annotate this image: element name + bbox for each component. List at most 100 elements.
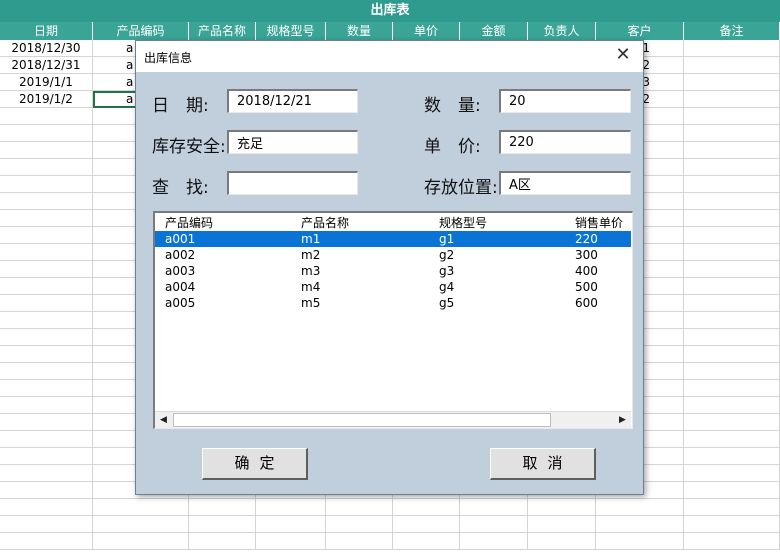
column-header-quantity[interactable]: 数量 — [326, 22, 393, 40]
sheet-cell[interactable] — [0, 261, 93, 278]
sheet-cell[interactable] — [460, 499, 528, 516]
sheet-cell[interactable] — [684, 227, 780, 244]
sheet-cell[interactable] — [93, 516, 189, 533]
scrollbar-thumb[interactable] — [173, 413, 551, 427]
sheet-cell[interactable] — [0, 142, 93, 159]
sheet-cell[interactable] — [189, 516, 256, 533]
sheet-cell[interactable] — [528, 499, 596, 516]
date-field[interactable] — [227, 89, 358, 113]
sheet-cell[interactable] — [684, 91, 780, 108]
sheet-cell[interactable] — [684, 74, 780, 91]
sheet-cell[interactable] — [393, 533, 460, 550]
sheet-cell[interactable] — [0, 159, 93, 176]
location-field[interactable] — [499, 171, 631, 195]
sheet-cell[interactable] — [684, 57, 780, 74]
sheet-cell[interactable] — [684, 210, 780, 227]
sheet-cell[interactable] — [684, 431, 780, 448]
unit-price-field[interactable] — [499, 130, 631, 154]
column-header-date[interactable]: 日期 — [0, 22, 93, 40]
sheet-cell[interactable] — [0, 329, 93, 346]
stock-safety-field[interactable] — [227, 130, 358, 154]
sheet-cell[interactable] — [684, 397, 780, 414]
listbox-horizontal-scrollbar[interactable]: ◀ ▶ — [155, 411, 631, 428]
sheet-cell[interactable] — [0, 482, 93, 499]
sheet-cell[interactable] — [0, 380, 93, 397]
sheet-cell[interactable] — [684, 533, 780, 550]
sheet-cell[interactable] — [0, 244, 93, 261]
sheet-cell[interactable] — [0, 193, 93, 210]
sheet-cell[interactable] — [0, 125, 93, 142]
sheet-cell[interactable]: 2018/12/31 — [0, 57, 93, 74]
list-item[interactable]: a005 m5 g5 600 — [155, 295, 631, 311]
column-header-owner[interactable]: 负责人 — [528, 22, 596, 40]
sheet-cell[interactable] — [684, 465, 780, 482]
sheet-cell[interactable] — [684, 312, 780, 329]
sheet-cell[interactable] — [684, 329, 780, 346]
sheet-cell[interactable] — [256, 516, 326, 533]
sheet-cell[interactable] — [684, 125, 780, 142]
sheet-cell[interactable] — [0, 227, 93, 244]
sheet-cell[interactable] — [0, 397, 93, 414]
sheet-cell[interactable] — [256, 533, 326, 550]
sheet-cell[interactable] — [256, 499, 326, 516]
column-header-spec[interactable]: 规格型号 — [256, 22, 326, 40]
sheet-cell[interactable] — [684, 244, 780, 261]
sheet-cell[interactable] — [684, 142, 780, 159]
sheet-cell[interactable] — [0, 363, 93, 380]
sheet-cell[interactable] — [684, 193, 780, 210]
sheet-cell[interactable] — [684, 176, 780, 193]
product-listbox[interactable]: 产品编码 产品名称 规格型号 销售单价 a001 m1 g1 220 a002 m2 g2 3… — [153, 211, 633, 429]
sheet-cell[interactable] — [460, 516, 528, 533]
sheet-cell[interactable]: 2018/12/30 — [0, 40, 93, 57]
sheet-cell[interactable] — [684, 482, 780, 499]
list-item[interactable]: a003 m3 g3 400 — [155, 263, 631, 279]
column-header-unit-price[interactable]: 单价 — [393, 22, 460, 40]
sheet-cell[interactable] — [684, 448, 780, 465]
sheet-cell[interactable] — [0, 108, 93, 125]
close-icon[interactable]: ✕ — [613, 45, 633, 65]
sheet-cell[interactable] — [0, 448, 93, 465]
column-header-product-name[interactable]: 产品名称 — [189, 22, 256, 40]
sheet-cell[interactable] — [0, 465, 93, 482]
sheet-cell[interactable] — [684, 516, 780, 533]
sheet-cell[interactable] — [684, 159, 780, 176]
sheet-cell[interactable] — [189, 533, 256, 550]
sheet-cell[interactable]: 2019/1/1 — [0, 74, 93, 91]
sheet-cell[interactable] — [684, 278, 780, 295]
column-header-amount[interactable]: 金额 — [460, 22, 528, 40]
column-header-client[interactable]: 客户 — [596, 22, 684, 40]
list-item[interactable]: a001 m1 g1 220 — [155, 231, 631, 247]
sheet-cell[interactable] — [189, 499, 256, 516]
sheet-cell[interactable] — [0, 278, 93, 295]
sheet-cell[interactable] — [684, 40, 780, 57]
sheet-cell[interactable] — [326, 533, 393, 550]
sheet-cell[interactable] — [326, 499, 393, 516]
sheet-cell[interactable] — [393, 516, 460, 533]
sheet-cell[interactable] — [0, 533, 93, 550]
sheet-cell[interactable] — [0, 346, 93, 363]
sheet-cell[interactable] — [0, 431, 93, 448]
sheet-cell[interactable] — [93, 499, 189, 516]
sheet-cell[interactable] — [0, 312, 93, 329]
sheet-cell[interactable] — [684, 380, 780, 397]
sheet-cell[interactable] — [684, 108, 780, 125]
sheet-cell[interactable] — [684, 499, 780, 516]
sheet-cell[interactable] — [684, 295, 780, 312]
sheet-cell[interactable] — [528, 516, 596, 533]
sheet-cell[interactable] — [684, 363, 780, 380]
sheet-cell[interactable] — [0, 295, 93, 312]
sheet-cell[interactable] — [393, 499, 460, 516]
list-item[interactable]: a004 m4 g4 500 — [155, 279, 631, 295]
sheet-cell[interactable] — [326, 516, 393, 533]
search-input[interactable] — [227, 171, 358, 195]
ok-button[interactable]: 确定 — [202, 448, 308, 480]
sheet-cell[interactable] — [596, 516, 684, 533]
sheet-cell[interactable] — [0, 516, 93, 533]
sheet-cell[interactable] — [684, 261, 780, 278]
list-item[interactable]: a002 m2 g2 300 — [155, 247, 631, 263]
scroll-left-icon[interactable]: ◀ — [155, 412, 172, 428]
quantity-field[interactable] — [499, 89, 631, 113]
sheet-cell[interactable] — [0, 210, 93, 227]
scroll-right-icon[interactable]: ▶ — [614, 412, 631, 428]
sheet-cell[interactable] — [684, 414, 780, 431]
